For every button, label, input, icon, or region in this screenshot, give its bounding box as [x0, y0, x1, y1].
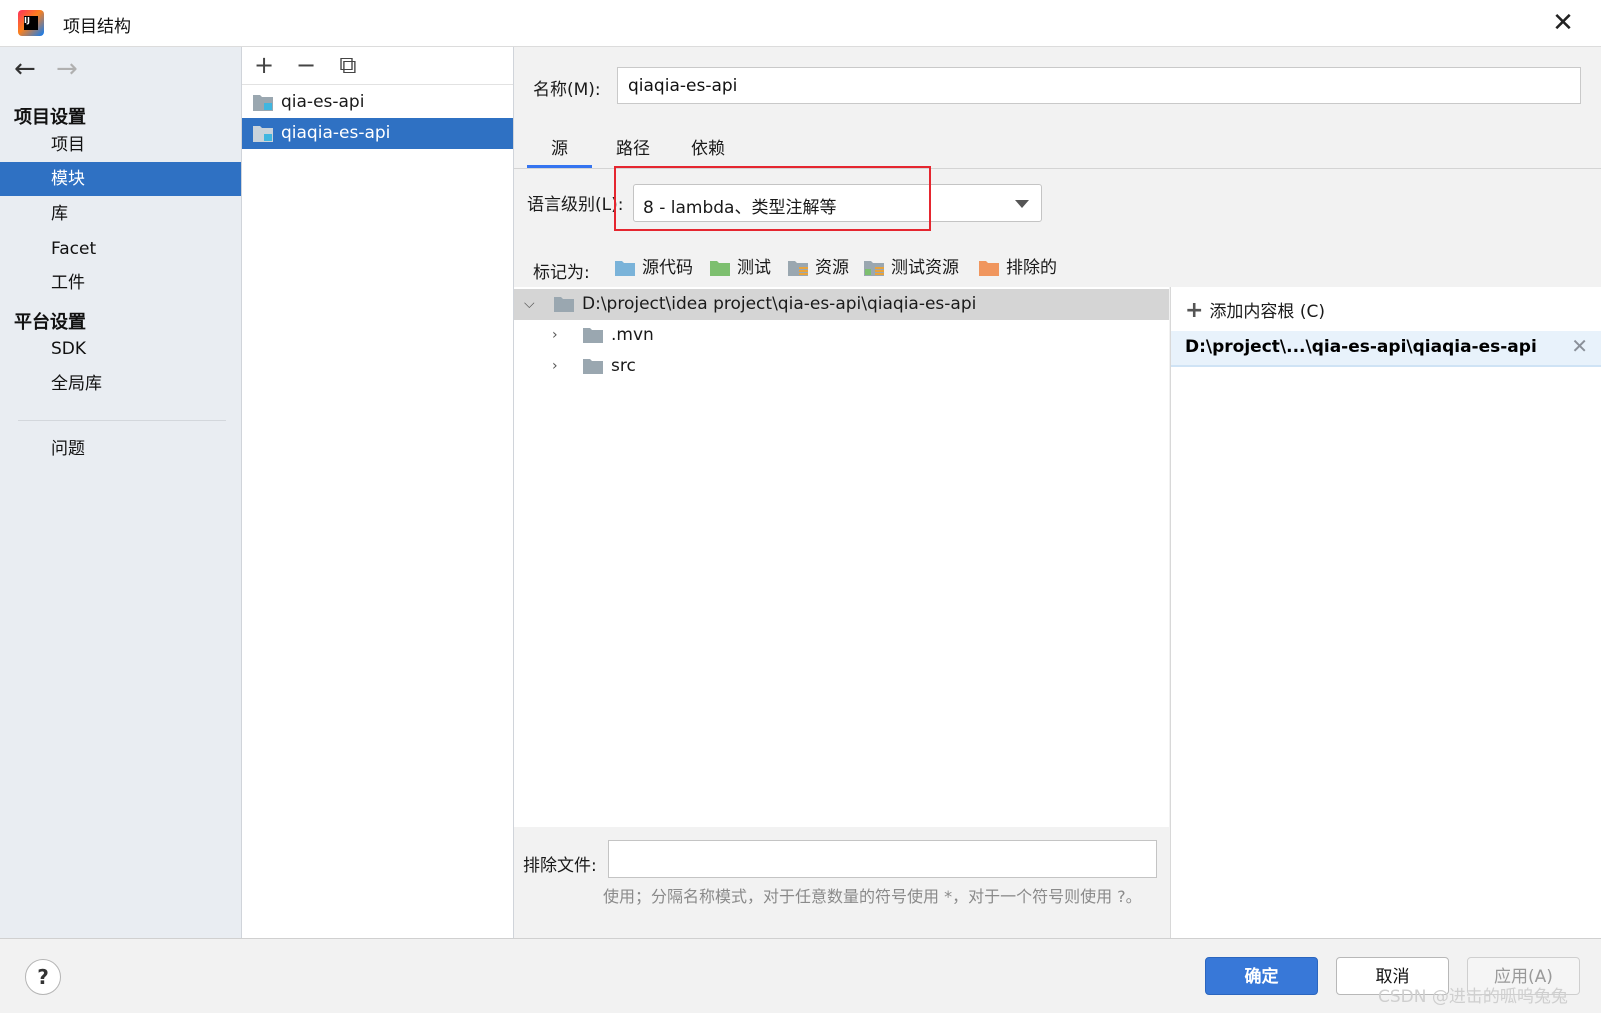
- sidebar-item-global-libraries[interactable]: 全局库: [0, 367, 241, 401]
- name-label: 名称(M):: [533, 80, 601, 100]
- tab-sources[interactable]: 源: [527, 131, 592, 169]
- module-label: qiaqia-es-api: [281, 123, 391, 143]
- content-folder-tree: ⌵ D:\project\idea project\qia-es-api\qia…: [514, 287, 1169, 827]
- mark-excluded-label: 排除的: [1006, 258, 1057, 278]
- content-root-panel: + 添加内容根 (C) D:\project\...\qia-es-api\qia…: [1170, 287, 1601, 938]
- tree-row-root[interactable]: ⌵ D:\project\idea project\qia-es-api\qia…: [514, 289, 1169, 320]
- language-level-value: 8 - lambda、类型注解等: [643, 198, 837, 218]
- chevron-down-icon[interactable]: ⌵: [524, 289, 535, 320]
- mark-tests-label: 测试: [737, 258, 771, 278]
- dropdown-arrow-icon: [1015, 200, 1029, 208]
- add-content-root-label: 添加内容根 (C): [1209, 302, 1325, 322]
- logo-text: IJ: [24, 16, 38, 30]
- language-level-select[interactable]: 8 - lambda、类型注解等: [633, 184, 1042, 222]
- module-list-panel: + − ⧉ qia-es-api qiaqia-es-api: [242, 47, 514, 938]
- folder-icon: [583, 359, 603, 374]
- copy-module-button[interactable]: ⧉: [333, 50, 363, 80]
- forward-arrow-icon[interactable]: →: [56, 55, 78, 83]
- tab-dependencies[interactable]: 依赖: [672, 131, 744, 169]
- excluded-folder-icon: [979, 261, 999, 276]
- sidebar-item-modules[interactable]: 模块: [0, 162, 241, 196]
- tree-row-mvn[interactable]: › .mvn: [514, 320, 1169, 351]
- sidebar-item-project[interactable]: 项目: [0, 128, 241, 162]
- title-bar: [0, 0, 1601, 47]
- ok-button[interactable]: 确定: [1205, 957, 1318, 995]
- exclude-files-input[interactable]: [608, 840, 1157, 878]
- module-item-qiaqia-es-api[interactable]: qiaqia-es-api: [242, 118, 513, 149]
- resources-folder-icon: [788, 261, 808, 276]
- mark-test-resources-label: 测试资源: [891, 258, 959, 278]
- chevron-right-icon[interactable]: ›: [552, 351, 558, 382]
- exclude-files-hint: 使用；分隔名称模式，对于任意数量的符号使用 *，对于一个符号则使用 ?。: [603, 887, 1142, 906]
- content-root-path: D:\project\...\qia-es-api\qiaqia-es-api: [1185, 337, 1537, 357]
- folder-icon: [583, 328, 603, 343]
- tree-item-label: src: [611, 356, 636, 376]
- project-settings-title: 项目设置: [14, 107, 86, 128]
- sidebar-item-sdk[interactable]: SDK: [0, 332, 241, 366]
- back-arrow-icon[interactable]: ←: [14, 55, 36, 83]
- module-toolbar: + − ⧉: [242, 47, 513, 85]
- help-button[interactable]: ?: [25, 959, 61, 995]
- add-module-button[interactable]: +: [249, 50, 279, 80]
- tabs-divider: [514, 168, 1601, 169]
- sidebar-item-problems[interactable]: 问题: [0, 432, 241, 466]
- module-folder-icon: [253, 126, 273, 142]
- mark-sources-label: 源代码: [642, 258, 693, 278]
- module-folder-icon: [253, 95, 273, 111]
- sidebar-item-artifacts[interactable]: 工件: [0, 266, 241, 300]
- tree-item-label: .mvn: [611, 325, 654, 345]
- exclude-files-label: 排除文件:: [523, 856, 597, 876]
- tab-paths[interactable]: 路径: [600, 131, 666, 169]
- sources-folder-icon: [615, 261, 635, 276]
- intellij-logo-icon: IJ: [18, 10, 44, 36]
- tree-row-src[interactable]: › src: [514, 351, 1169, 382]
- folder-icon: [554, 297, 574, 312]
- tree-root-label: D:\project\idea project\qia-es-api\qiaqi…: [582, 294, 977, 314]
- remove-content-root-icon[interactable]: ✕: [1571, 334, 1588, 358]
- remove-module-button[interactable]: −: [291, 50, 321, 80]
- settings-sidebar: ← → 项目设置 项目 模块 库 Facet 工件 平台设置 SDK 全局库 问…: [0, 47, 242, 938]
- sidebar-divider: [18, 420, 226, 421]
- window-title: 项目结构: [63, 17, 131, 37]
- sidebar-item-facets[interactable]: Facet: [0, 232, 241, 266]
- sidebar-item-libraries[interactable]: 库: [0, 197, 241, 231]
- module-item-qia-es-api[interactable]: qia-es-api: [242, 87, 513, 118]
- csdn-watermark: CSDN @进击的呱呜兔兔: [1378, 987, 1568, 1007]
- close-icon[interactable]: ✕: [1548, 8, 1578, 38]
- test-resources-folder-icon: [864, 261, 884, 276]
- content-root-entry[interactable]: D:\project\...\qia-es-api\qiaqia-es-api …: [1171, 331, 1601, 367]
- mark-resources-label: 资源: [815, 258, 849, 278]
- add-content-root-button[interactable]: + 添加内容根 (C): [1185, 297, 1325, 323]
- module-name-input[interactable]: [617, 67, 1581, 104]
- tests-folder-icon: [710, 261, 730, 276]
- chevron-right-icon[interactable]: ›: [552, 320, 558, 351]
- module-label: qia-es-api: [281, 92, 365, 112]
- mark-as-label: 标记为:: [533, 263, 590, 283]
- language-level-label: 语言级别(L):: [527, 195, 624, 215]
- plus-icon: +: [1185, 298, 1204, 323]
- platform-settings-title: 平台设置: [14, 312, 86, 333]
